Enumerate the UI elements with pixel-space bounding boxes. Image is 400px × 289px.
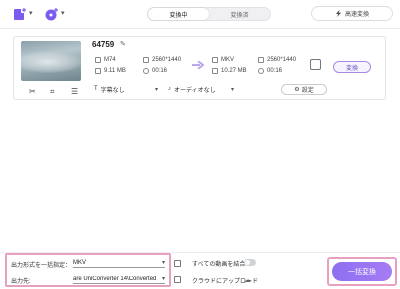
- target-duration: 00:16: [258, 68, 282, 74]
- output-path-label: 出力先:: [11, 279, 31, 285]
- high-speed-label: 高速変換: [344, 12, 369, 18]
- clock-icon: [258, 68, 264, 74]
- format-icon: [95, 57, 101, 63]
- arrow-right-icon: [192, 61, 204, 69]
- video-thumbnail[interactable]: [21, 41, 81, 81]
- output-format-select[interactable]: MKV ▾: [73, 258, 165, 268]
- chevron-down-icon: ▾: [161, 276, 165, 282]
- audio-icon: ♪: [168, 86, 171, 92]
- target-format: MKV: [212, 57, 234, 63]
- convert-all-button[interactable]: 一括変換: [332, 262, 392, 281]
- settings-button[interactable]: ⚙ 設定: [281, 84, 327, 95]
- effects-icon[interactable]: ☰: [71, 87, 78, 96]
- resolution-icon: [258, 57, 264, 63]
- crop-icon[interactable]: ⌗: [50, 87, 55, 97]
- source-duration: 00:16: [143, 68, 167, 74]
- file-title: 64759: [92, 40, 115, 49]
- output-format-value: MKV: [73, 259, 87, 266]
- source-format: M74: [95, 57, 116, 63]
- tab-converted[interactable]: 変換済: [209, 8, 270, 20]
- format-icon: [212, 57, 218, 63]
- add-dvd-icon[interactable]: [45, 7, 59, 21]
- chevron-down-icon: ▾: [154, 86, 158, 93]
- resolution-icon: [143, 57, 149, 63]
- file-size-icon: [95, 68, 101, 74]
- format-settings-icon[interactable]: [174, 260, 181, 267]
- chevron-down-icon: ▾: [161, 260, 165, 266]
- open-folder-icon[interactable]: [174, 276, 181, 283]
- top-divider: [0, 28, 400, 29]
- edit-title-icon[interactable]: ✎: [120, 40, 126, 48]
- subtitle-value: 字幕なし: [100, 87, 125, 94]
- output-settings-icon[interactable]: [310, 59, 321, 70]
- settings-icon: ⚙: [294, 87, 300, 93]
- settings-label: 設定: [301, 88, 314, 94]
- cloud-icon[interactable]: ☁: [244, 276, 251, 284]
- file-size-icon: [212, 68, 218, 74]
- conversion-tabs: 変換中 変換済: [147, 7, 271, 21]
- add-file-icon[interactable]: [13, 7, 27, 21]
- convert-button[interactable]: 変換: [333, 61, 371, 73]
- add-dvd-chevron-icon[interactable]: ▾: [61, 9, 65, 17]
- source-size: 9.11 MB: [95, 68, 126, 74]
- merge-videos-toggle[interactable]: [244, 259, 256, 266]
- top-bar: ▾ ▾ 変換中 変換済 高速変換: [0, 0, 400, 28]
- audio-value: オーディオなし: [174, 87, 216, 94]
- target-size: 10.27 MB: [212, 68, 247, 74]
- output-path-value: are UniConverter 14\Converted: [73, 275, 157, 282]
- source-resolution: 2560*1440: [143, 57, 181, 63]
- add-file-chevron-icon[interactable]: ▾: [29, 9, 33, 17]
- tab-converting[interactable]: 変換中: [148, 8, 209, 20]
- subtitle-icon: T: [94, 86, 98, 92]
- lightning-icon: [335, 10, 342, 17]
- output-format-label: 出力形式を一括指定：: [11, 263, 72, 269]
- chevron-down-icon: ▾: [230, 86, 234, 93]
- clock-icon: [143, 68, 149, 74]
- target-resolution: 2560*1440: [258, 57, 296, 63]
- output-path-select[interactable]: are UniConverter 14\Converted ▾: [73, 274, 165, 284]
- merge-videos-label: すべての動画を結合: [192, 262, 246, 268]
- subtitle-dropdown[interactable]: T 字幕なし ▾: [94, 84, 158, 94]
- high-speed-conversion-button[interactable]: 高速変換: [311, 6, 393, 21]
- trim-icon[interactable]: ✂: [29, 87, 36, 96]
- audio-dropdown[interactable]: ♪ オーディオなし ▾: [168, 84, 234, 94]
